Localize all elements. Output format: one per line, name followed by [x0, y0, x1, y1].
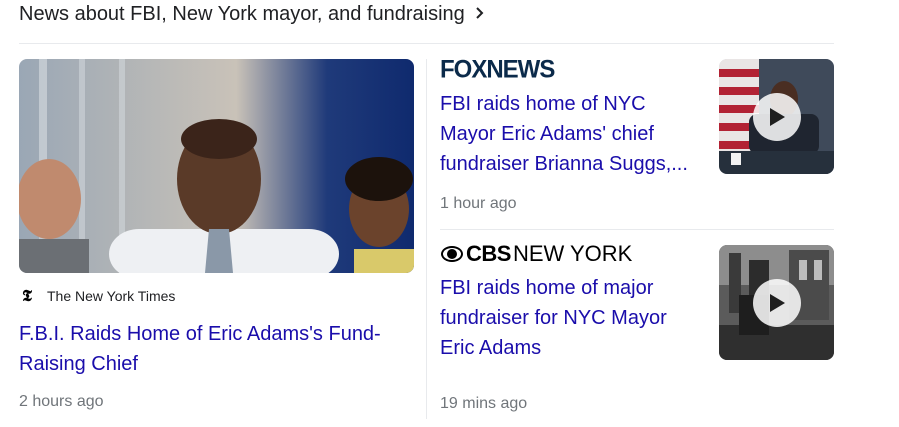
main-article-image[interactable]	[19, 59, 414, 273]
main-article-time: 2 hours ago	[19, 393, 104, 410]
side-article-title[interactable]: FBI raids home of major fundraiser for N…	[440, 273, 700, 363]
cbs-eye-icon	[441, 246, 463, 262]
column-divider	[426, 59, 427, 419]
side-article-time: 19 mins ago	[440, 395, 528, 412]
side-article-fox[interactable]: FOXNEWS FBI raids home of NYC Mayor Eric…	[440, 56, 834, 212]
main-article-title[interactable]: F.B.I. Raids Home of Eric Adams's Fund-R…	[19, 319, 414, 379]
section-heading[interactable]: News about FBI, New York mayor, and fund…	[19, 0, 487, 28]
nyt-logo-icon: 𝕿	[22, 286, 32, 305]
video-thumbnail[interactable]	[719, 59, 834, 174]
chevron-right-icon[interactable]	[473, 3, 487, 26]
divider	[440, 229, 834, 230]
source-name: The New York Times	[47, 288, 176, 304]
side-article-title[interactable]: FBI raids home of NYC Mayor Eric Adams' …	[440, 89, 700, 179]
cbs-logo-city: NEW YORK	[512, 241, 633, 266]
side-article-time: 1 hour ago	[440, 195, 517, 212]
section-heading-text: News about FBI, New York mayor, and fund…	[19, 2, 465, 25]
side-article-cbs[interactable]: CBS NEW YORK FBI raids home of major fun…	[440, 241, 834, 412]
play-icon[interactable]	[752, 92, 801, 141]
divider	[19, 43, 834, 44]
main-article-source[interactable]: 𝕿 The New York Times	[19, 286, 176, 305]
cbs-logo-text: CBS	[466, 241, 511, 266]
play-icon[interactable]	[752, 278, 801, 327]
video-thumbnail[interactable]	[719, 245, 834, 360]
